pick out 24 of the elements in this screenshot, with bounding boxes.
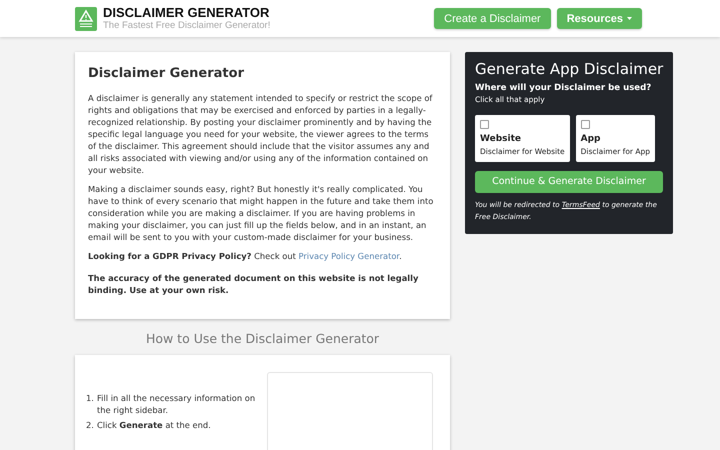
howto-step: Click Generate at the end. bbox=[97, 419, 256, 431]
continue-button[interactable]: Continue & Generate Disclaimer bbox=[475, 170, 663, 192]
brand-name: DISCLAIMER GENERATOR bbox=[103, 6, 270, 20]
intro-paragraph: A disclaimer is generally any statement intended to specify or restrict the scope of rights and obligations that may be exercised and enforced by parties in a legally-recognized relationship. By posting your disclaimer prominently and by having the specific legal language you need for your website, the viewer agrees to the terms of the disclaimer. This agreement should include that the visitor assumes any and all risks associated with viewing and/or using any of the information contained on your website. bbox=[88, 92, 434, 176]
logo-icon bbox=[75, 6, 97, 30]
privacy-policy-link[interactable]: Privacy Policy Generator bbox=[298, 251, 400, 261]
option-title: Website bbox=[480, 134, 522, 144]
howto-heading: How to Use the Disclaimer Generator bbox=[144, 331, 380, 346]
intro-paragraph: Making a disclaimer sounds easy, right? But honestly it's really complicated. You have to think of every scenario that might happen in the future and take them into consideration while you are making a disclaimer. If you are having problems in making your disclaimer, you can just fill up the fields below, and in an instant, an email will be sent to you with your custom-made disclaimer for your business. bbox=[88, 183, 434, 243]
sidebar-title: Generate App Disclaimer bbox=[475, 60, 663, 78]
step-number: 1. bbox=[86, 392, 95, 405]
caret-icon bbox=[627, 17, 632, 20]
checkbox[interactable] bbox=[580, 120, 590, 129]
gdpr-paragraph: Looking for a GDPR Privacy Policy? Check out Privacy Policy Generator. bbox=[88, 250, 403, 262]
question-text: Where will your Disclaimer be used? bbox=[475, 83, 652, 93]
warning-text: The accuracy of the generated document on this website is not legally binding. Use at your own risk. bbox=[88, 272, 420, 296]
howto-step: Fill in all the necessary information on the right sidebar. bbox=[97, 392, 256, 416]
option-title: App bbox=[580, 134, 602, 144]
step-number: 2. bbox=[86, 419, 95, 431]
brand-tagline: The Fastest Free Disclaimer Generator! bbox=[103, 20, 270, 31]
checkbox[interactable] bbox=[480, 120, 489, 129]
resources-menu-button[interactable]: Resources bbox=[556, 8, 642, 29]
create-button[interactable]: Create a Disclaimer bbox=[434, 8, 551, 29]
intro-title: Disclaimer Generator bbox=[88, 66, 245, 81]
